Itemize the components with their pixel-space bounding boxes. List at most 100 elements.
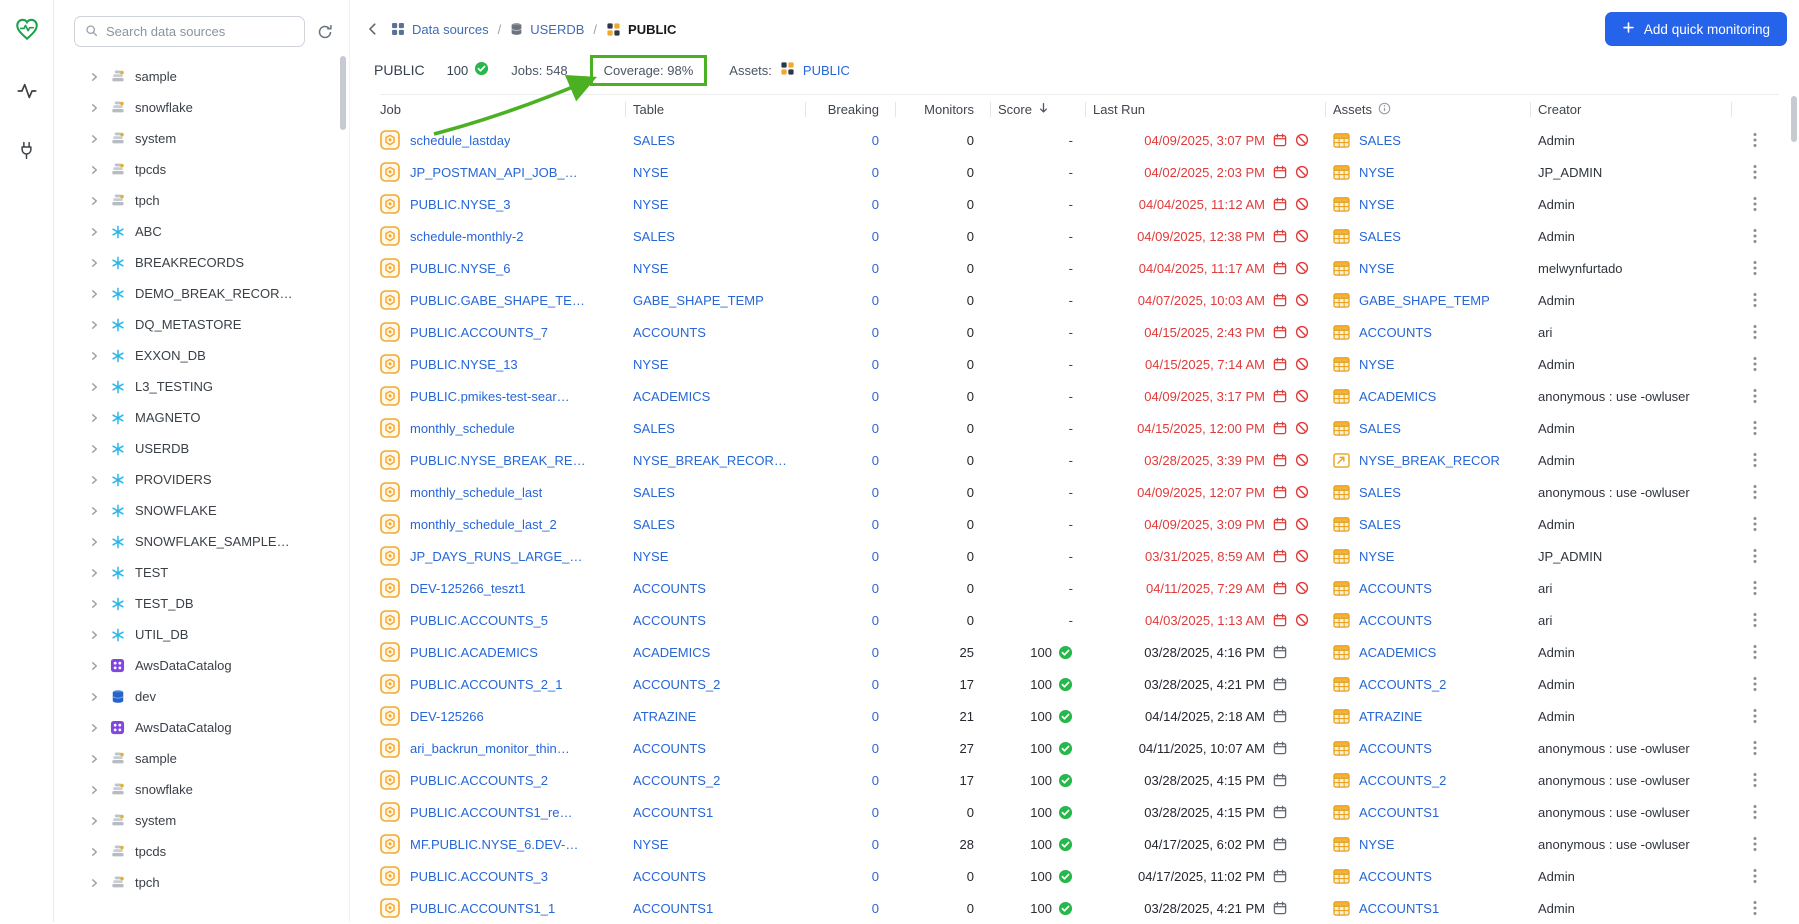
asset-link[interactable]: NYSE xyxy=(1359,357,1394,372)
chevron-right-icon[interactable] xyxy=(90,475,100,485)
row-menu-icon[interactable] xyxy=(1745,512,1765,536)
cancel-run-icon[interactable] xyxy=(1295,549,1309,563)
job-link[interactable]: PUBLIC.pmikes-test-sear… xyxy=(410,389,570,404)
chevron-right-icon[interactable] xyxy=(90,661,100,671)
job-link[interactable]: monthly_schedule_last_2 xyxy=(410,517,557,532)
assets-schema-link[interactable]: PUBLIC xyxy=(803,63,850,78)
table-link[interactable]: NYSE_BREAK_RECOR… xyxy=(633,453,787,468)
row-menu-icon[interactable] xyxy=(1745,736,1765,760)
table-link[interactable]: ATRAZINE xyxy=(633,709,696,724)
cancel-run-icon[interactable] xyxy=(1295,325,1309,339)
asset-link[interactable]: NYSE xyxy=(1359,261,1394,276)
asset-link[interactable]: GABE_SHAPE_TEMP xyxy=(1359,293,1490,308)
main-scrollbar[interactable] xyxy=(1791,96,1797,142)
tree-item[interactable]: MAGNETO xyxy=(54,402,349,433)
column-header-last-run[interactable]: Last Run xyxy=(1085,95,1325,124)
row-menu-icon[interactable] xyxy=(1745,576,1765,600)
job-link[interactable]: PUBLIC.NYSE_3 xyxy=(410,197,510,212)
tree-item[interactable]: system xyxy=(54,805,349,836)
breadcrumb-item[interactable]: USERDB xyxy=(510,22,584,37)
tree-item[interactable]: L3_TESTING xyxy=(54,371,349,402)
table-link[interactable]: ACCOUNTS xyxy=(633,581,706,596)
job-link[interactable]: PUBLIC.NYSE_13 xyxy=(410,357,518,372)
job-link[interactable]: PUBLIC.NYSE_6 xyxy=(410,261,510,276)
asset-link[interactable]: ACCOUNTS_2 xyxy=(1359,773,1446,788)
row-menu-icon[interactable] xyxy=(1745,256,1765,280)
breaking-count[interactable]: 0 xyxy=(872,773,879,788)
breaking-count[interactable]: 0 xyxy=(872,357,879,372)
cancel-run-icon[interactable] xyxy=(1295,133,1309,147)
cancel-run-icon[interactable] xyxy=(1295,485,1309,499)
column-header-monitors[interactable]: Monitors xyxy=(895,95,990,124)
breaking-count[interactable]: 0 xyxy=(872,165,879,180)
breaking-count[interactable]: 0 xyxy=(872,677,879,692)
chevron-right-icon[interactable] xyxy=(90,506,100,516)
table-link[interactable]: GABE_SHAPE_TEMP xyxy=(633,293,764,308)
cancel-run-icon[interactable] xyxy=(1295,293,1309,307)
table-link[interactable]: SALES xyxy=(633,517,675,532)
row-menu-icon[interactable] xyxy=(1745,416,1765,440)
chevron-right-icon[interactable] xyxy=(90,599,100,609)
row-menu-icon[interactable] xyxy=(1745,704,1765,728)
asset-link[interactable]: SALES xyxy=(1359,485,1401,500)
row-menu-icon[interactable] xyxy=(1745,384,1765,408)
table-link[interactable]: SALES xyxy=(633,133,675,148)
chevron-right-icon[interactable] xyxy=(90,382,100,392)
row-menu-icon[interactable] xyxy=(1745,768,1765,792)
search-input[interactable] xyxy=(106,24,294,39)
cancel-run-icon[interactable] xyxy=(1295,261,1309,275)
asset-link[interactable]: SALES xyxy=(1359,517,1401,532)
chevron-right-icon[interactable] xyxy=(90,878,100,888)
refresh-icon[interactable] xyxy=(317,24,333,40)
job-link[interactable]: PUBLIC.ACCOUNTS1_1 xyxy=(410,901,555,916)
row-menu-icon[interactable] xyxy=(1745,288,1765,312)
breaking-count[interactable]: 0 xyxy=(872,709,879,724)
row-menu-icon[interactable] xyxy=(1745,320,1765,344)
tree-item[interactable]: tpcds xyxy=(54,154,349,185)
row-menu-icon[interactable] xyxy=(1745,448,1765,472)
job-link[interactable]: DEV-125266_teszt1 xyxy=(410,581,526,596)
sort-desc-icon[interactable] xyxy=(1038,102,1049,117)
job-link[interactable]: PUBLIC.ACCOUNTS_3 xyxy=(410,869,548,884)
breaking-count[interactable]: 0 xyxy=(872,837,879,852)
job-link[interactable]: ari_backrun_monitor_thin… xyxy=(410,741,570,756)
asset-link[interactable]: ACCOUNTS1 xyxy=(1359,901,1439,916)
column-header-assets[interactable]: Assets xyxy=(1325,95,1530,124)
row-menu-icon[interactable] xyxy=(1745,896,1765,920)
breaking-count[interactable]: 0 xyxy=(872,613,879,628)
asset-link[interactable]: NYSE_BREAK_RECOR xyxy=(1359,453,1500,468)
cancel-run-icon[interactable] xyxy=(1295,517,1309,531)
job-link[interactable]: JP_DAYS_RUNS_LARGE_… xyxy=(410,549,582,564)
breaking-count[interactable]: 0 xyxy=(872,421,879,436)
cancel-run-icon[interactable] xyxy=(1295,357,1309,371)
tree-item[interactable]: SNOWFLAKE_SAMPLE… xyxy=(54,526,349,557)
job-link[interactable]: PUBLIC.ACCOUNTS1_re… xyxy=(410,805,573,820)
asset-link[interactable]: ATRAZINE xyxy=(1359,709,1422,724)
breaking-count[interactable]: 0 xyxy=(872,901,879,916)
tree-item[interactable]: tpch xyxy=(54,185,349,216)
table-link[interactable]: ACADEMICS xyxy=(633,389,710,404)
job-link[interactable]: PUBLIC.ACCOUNTS_2_1 xyxy=(410,677,562,692)
chevron-right-icon[interactable] xyxy=(90,134,100,144)
add-quick-monitoring-button[interactable]: Add quick monitoring xyxy=(1605,12,1787,46)
tree-item[interactable]: AwsDataCatalog xyxy=(54,712,349,743)
breadcrumb-item[interactable]: PUBLIC xyxy=(606,22,676,37)
column-header-creator[interactable]: Creator xyxy=(1530,95,1731,124)
job-link[interactable]: MF.PUBLIC.NYSE_6.DEV-… xyxy=(410,837,578,852)
chevron-right-icon[interactable] xyxy=(90,816,100,826)
tree-item[interactable]: tpcds xyxy=(54,836,349,867)
job-link[interactable]: PUBLIC.NYSE_BREAK_RE… xyxy=(410,453,586,468)
activity-nav-icon[interactable] xyxy=(16,80,38,102)
job-link[interactable]: PUBLIC.ACCOUNTS_7 xyxy=(410,325,548,340)
table-link[interactable]: ACCOUNTS1 xyxy=(633,901,713,916)
row-menu-icon[interactable] xyxy=(1745,352,1765,376)
column-header-breaking[interactable]: Breaking xyxy=(805,95,895,124)
tree-item[interactable]: ABC xyxy=(54,216,349,247)
asset-link[interactable]: ACCOUNTS xyxy=(1359,613,1432,628)
asset-link[interactable]: SALES xyxy=(1359,229,1401,244)
row-menu-icon[interactable] xyxy=(1745,640,1765,664)
breaking-count[interactable]: 0 xyxy=(872,389,879,404)
chevron-right-icon[interactable] xyxy=(90,196,100,206)
asset-link[interactable]: ACADEMICS xyxy=(1359,389,1436,404)
table-link[interactable]: SALES xyxy=(633,485,675,500)
